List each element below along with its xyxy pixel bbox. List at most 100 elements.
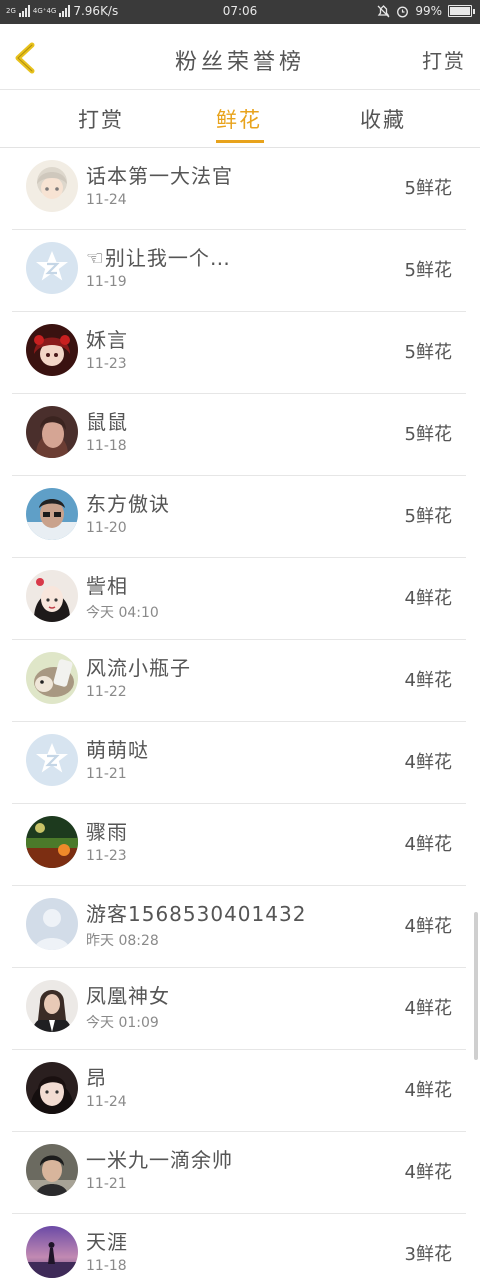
avatar[interactable] [26, 1144, 78, 1196]
fan-name: 萌萌哒 [86, 738, 149, 762]
mute-bell-icon [377, 4, 390, 17]
flower-count: 5鲜花 [404, 424, 452, 445]
fan-date: 今天 01:09 [86, 1015, 159, 1031]
fan-date: 11-21 [86, 766, 127, 782]
avatar[interactable] [26, 652, 78, 704]
fan-name: 骤雨 [86, 820, 128, 844]
fan-name: ☜别让我一个… [86, 246, 231, 270]
flower-count: 4鲜花 [404, 1162, 452, 1183]
fan-date: 11-24 [86, 1094, 127, 1110]
flower-count: 3鲜花 [404, 1244, 452, 1265]
fan-list-item[interactable]: ☜别让我一个… 11-19 5鲜花 [12, 230, 466, 312]
fan-date: 11-21 [86, 1176, 127, 1192]
flower-count: 4鲜花 [404, 1080, 452, 1101]
flower-count: 4鲜花 [404, 834, 452, 855]
status-right: 99% [377, 4, 475, 18]
flower-count: 5鲜花 [404, 342, 452, 363]
fan-date: 11-24 [86, 192, 127, 208]
avatar-photo-girl-dark [26, 1062, 78, 1114]
fan-list-item[interactable]: 鼠鼠 11-18 5鲜花 [12, 394, 466, 476]
fan-date: 昨天 08:28 [86, 933, 159, 949]
flower-count: 4鲜花 [404, 670, 452, 691]
fan-date: 11-18 [86, 1258, 127, 1274]
status-bar: 2G 4G⁺4G 7.96K/s 07:06 99% [0, 0, 480, 24]
fan-list-item[interactable]: 风流小瓶子 11-22 4鲜花 [12, 640, 466, 722]
fan-name: 一米九一滴余帅 [86, 1148, 233, 1172]
fan-date: 11-23 [86, 356, 127, 372]
fan-list-item[interactable]: 一米九一滴余帅 11-21 4鲜花 [12, 1132, 466, 1214]
avatar-default-z [26, 242, 78, 294]
avatar-sunset [26, 1226, 78, 1278]
avatar[interactable] [26, 488, 78, 540]
flower-count: 4鲜花 [404, 752, 452, 773]
scrollbar[interactable] [474, 912, 478, 1060]
avatar[interactable] [26, 734, 78, 786]
tab-favorites[interactable]: 收藏 [360, 104, 406, 134]
avatar[interactable] [26, 1062, 78, 1114]
avatar-anime-bride [26, 570, 78, 622]
tab-reward[interactable]: 打赏 [78, 104, 124, 134]
fan-name: 游客1568530401432 [86, 902, 307, 926]
avatar[interactable] [26, 1226, 78, 1278]
avatar[interactable] [26, 160, 78, 212]
fan-name: 鼠鼠 [86, 410, 128, 434]
fan-date: 11-23 [86, 848, 127, 864]
avatar-anime-girl [26, 160, 78, 212]
fan-name: 訾相 [86, 574, 128, 598]
fan-list-item[interactable]: 姀言 11-23 5鲜花 [12, 312, 466, 394]
flower-count: 4鲜花 [404, 998, 452, 1019]
avatar[interactable] [26, 898, 78, 950]
flower-count: 4鲜花 [404, 916, 452, 937]
fan-list-item[interactable]: 萌萌哒 11-21 4鲜花 [12, 722, 466, 804]
fan-date: 11-18 [86, 438, 127, 454]
active-tab-indicator [216, 140, 264, 143]
fan-name: 天涯 [86, 1230, 128, 1254]
fan-name: 姀言 [86, 328, 128, 352]
tab-bar: 打赏 鲜花 收藏 [0, 90, 480, 148]
battery-percent: 99% [415, 4, 442, 18]
avatar-photo-field [26, 816, 78, 868]
avatar-anime-red [26, 324, 78, 376]
fan-list-item[interactable]: 骤雨 11-23 4鲜花 [12, 804, 466, 886]
fan-name: 东方傲诀 [86, 492, 170, 516]
app-header: 粉丝荣誉榜 打赏 [0, 24, 480, 90]
avatar[interactable] [26, 242, 78, 294]
battery-icon [448, 5, 475, 17]
avatar[interactable] [26, 816, 78, 868]
fan-date: 11-19 [86, 274, 127, 290]
alarm-icon [397, 6, 409, 17]
avatar[interactable] [26, 406, 78, 458]
fan-name: 昂 [86, 1066, 107, 1090]
avatar[interactable] [26, 324, 78, 376]
fan-list-item[interactable]: 东方傲诀 11-20 5鲜花 [12, 476, 466, 558]
page-title: 粉丝荣誉榜 [174, 50, 305, 75]
avatar-default-z [26, 734, 78, 786]
fan-date: 11-22 [86, 684, 127, 700]
avatar[interactable] [26, 570, 78, 622]
avatar-photo-boy [26, 1144, 78, 1196]
flower-count: 5鲜花 [404, 178, 452, 199]
fan-list-item[interactable]: 话本第一大法官 11-24 5鲜花 [12, 148, 466, 230]
avatar-photo-woman [26, 406, 78, 458]
fan-list-item[interactable]: 昂 11-24 4鲜花 [12, 1050, 466, 1132]
fan-date: 今天 04:10 [86, 605, 159, 621]
flower-count: 5鲜花 [404, 260, 452, 281]
fan-name: 风流小瓶子 [86, 656, 191, 680]
fan-name: 凤凰神女 [86, 984, 170, 1008]
fan-list-item[interactable]: 游客1568530401432 昨天 08:28 4鲜花 [12, 886, 466, 968]
avatar-photo-girl-suit [26, 980, 78, 1032]
fan-date: 11-20 [86, 520, 127, 536]
fan-list-item[interactable]: 訾相今天 04:10 4鲜花 [12, 558, 466, 640]
fan-ranking-list: 话本第一大法官 11-24 5鲜花 ☜别让我一个… 11-19 5鲜花 姀言 11-23 5鲜花… [0, 148, 480, 1280]
avatar-hedgehog [26, 652, 78, 704]
reward-button[interactable]: 打赏 [422, 45, 466, 74]
fan-list-item[interactable]: 凤凰神女今天 01:09 4鲜花 [12, 968, 466, 1050]
avatar[interactable] [26, 980, 78, 1032]
avatar-photo-man-glasses [26, 488, 78, 540]
flower-count: 5鲜花 [404, 506, 452, 527]
flower-count: 4鲜花 [404, 588, 452, 609]
avatar-default-person [26, 898, 78, 950]
tab-flowers[interactable]: 鲜花 [216, 104, 262, 134]
fan-list-item[interactable]: 天涯 11-18 3鲜花 [12, 1214, 466, 1280]
battery-level [450, 7, 470, 15]
